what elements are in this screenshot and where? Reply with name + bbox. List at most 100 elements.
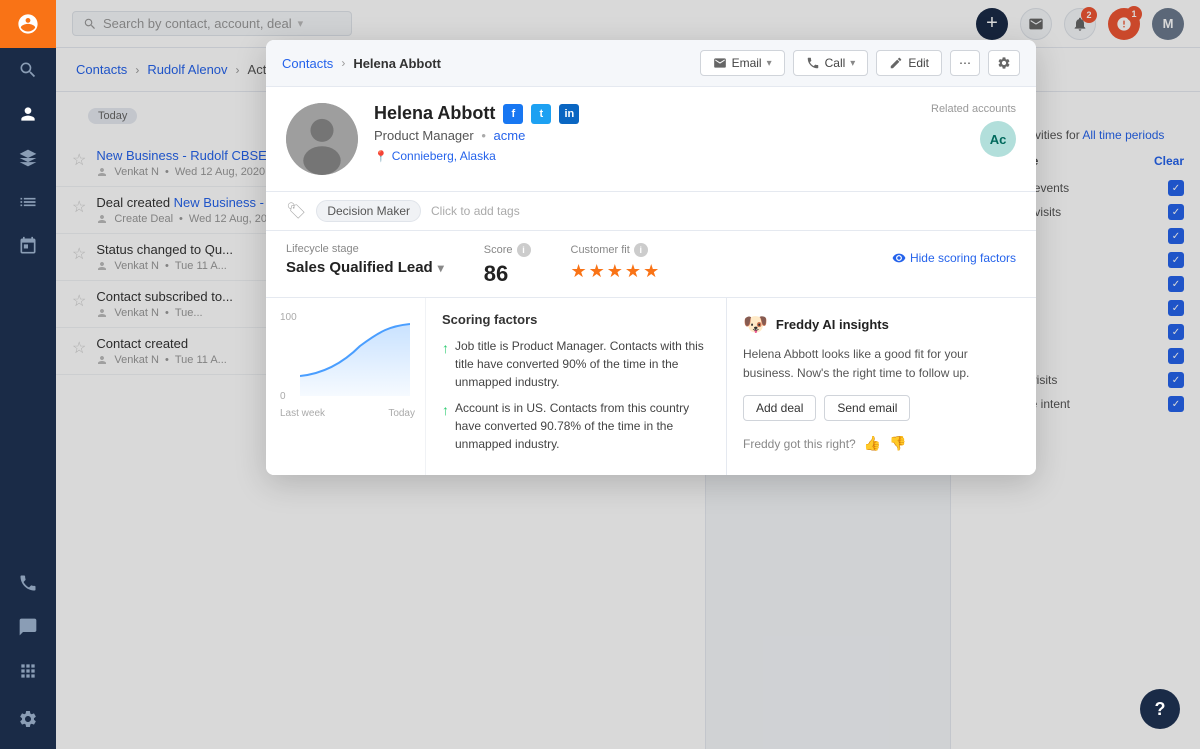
freddy-icon: 🐶 [743, 312, 768, 337]
facebook-icon[interactable]: f [503, 104, 523, 124]
chart-labels: Last week Today [280, 408, 415, 419]
edit-label: Edit [908, 56, 929, 70]
call-icon [806, 56, 820, 70]
modal-breadcrumb-sep: › [341, 56, 345, 70]
score-value: 86 [484, 261, 508, 287]
lifecycle-stage-col: Lifecycle stage Sales Qualified Lead ▾ [286, 243, 444, 276]
contact-role-text: Product Manager [374, 128, 474, 143]
star-2: ★ [589, 261, 605, 282]
customer-fit-col: Customer fit i ★ ★ ★ ★ ★ [571, 243, 660, 282]
chart-container: 100 0 [280, 312, 410, 402]
more-button[interactable]: ⋯ [950, 50, 980, 76]
modal-header-actions: Email ▾ Call ▾ Edit ⋯ [700, 50, 1020, 76]
sidebar-item-reports[interactable] [0, 180, 56, 224]
modal-contact-name-breadcrumb: Helena Abbott [353, 56, 441, 71]
edit-icon [889, 56, 903, 70]
tag-icon: 🏷 [286, 201, 306, 221]
call-button[interactable]: Call ▾ [793, 50, 869, 76]
related-accounts-title: Related accounts [931, 103, 1016, 115]
sidebar [0, 0, 56, 749]
freddy-panel: 🐶 Freddy AI insights Helena Abbott looks… [726, 298, 1036, 475]
freddy-feedback-text: Freddy got this right? [743, 437, 856, 451]
modal-header: Contacts › Helena Abbott Email ▾ Call ▾ … [266, 40, 1036, 87]
scoring-factors-title: Scoring factors [442, 312, 710, 327]
freddy-title: Freddy AI insights [776, 317, 889, 332]
factor-text-1: Job title is Product Manager. Contacts w… [455, 337, 710, 391]
help-button[interactable]: ? [1140, 689, 1180, 729]
customer-fit-label-text: Customer fit [571, 244, 630, 256]
chart-to-label: Today [388, 408, 415, 419]
score-chart [300, 316, 410, 396]
call-label: Call [825, 56, 846, 70]
star-3: ★ [607, 261, 623, 282]
sidebar-item-apps[interactable] [0, 649, 56, 693]
email-caret: ▾ [767, 58, 772, 69]
account-chip[interactable]: Ac [980, 121, 1016, 157]
email-icon [713, 56, 727, 70]
thumbs-down-icon[interactable]: 👎 [889, 435, 906, 452]
modal-contact-info: Helena Abbott f t in Product Manager • a… [266, 87, 1036, 192]
score-value-display: 86 [484, 261, 531, 287]
score-col: Score i 86 [484, 243, 531, 287]
lifecycle-grid: Lifecycle stage Sales Qualified Lead ▾ S… [286, 243, 1016, 287]
linkedin-icon[interactable]: in [559, 104, 579, 124]
lifecycle-value[interactable]: Sales Qualified Lead ▾ [286, 259, 444, 276]
chart-from-label: Last week [280, 408, 325, 419]
lifecycle-row: Lifecycle stage Sales Qualified Lead ▾ S… [266, 231, 1036, 298]
chart-min-label: 0 [280, 391, 286, 402]
customer-fit-info-icon[interactable]: i [634, 243, 648, 257]
call-caret: ▾ [850, 58, 855, 69]
chart-area: 100 0 Last week [266, 298, 426, 475]
score-info-icon[interactable]: i [517, 243, 531, 257]
sidebar-item-settings[interactable] [0, 697, 56, 741]
chart-max-label: 100 [280, 312, 297, 323]
freddy-text: Helena Abbott looks like a good fit for … [743, 345, 1020, 383]
hide-scoring-button[interactable]: Hide scoring factors [892, 251, 1016, 265]
hide-scoring-label: Hide scoring factors [910, 251, 1016, 265]
factor-arrow-2: ↑ [442, 400, 449, 421]
scoring-panel: 100 0 Last week [266, 298, 1036, 475]
star-5: ★ [643, 261, 659, 282]
hide-scoring-col: Hide scoring factors [892, 243, 1016, 265]
lifecycle-label: Lifecycle stage [286, 243, 444, 255]
tag-add[interactable]: Click to add tags [431, 204, 520, 218]
sidebar-item-chat[interactable] [0, 605, 56, 649]
tags-row: 🏷 Decision Maker Click to add tags [266, 192, 1036, 231]
edit-button[interactable]: Edit [876, 50, 942, 76]
contact-modal: Contacts › Helena Abbott Email ▾ Call ▾ … [266, 40, 1036, 475]
factor-item-1: ↑ Job title is Product Manager. Contacts… [442, 337, 710, 391]
eye-icon [892, 251, 906, 265]
contact-name-row: Helena Abbott f t in [374, 103, 915, 124]
contact-company[interactable]: acme [494, 128, 526, 143]
lifecycle-label-text: Lifecycle stage [286, 243, 359, 255]
contact-details: Helena Abbott f t in Product Manager • a… [374, 103, 915, 163]
tag-decision-maker[interactable]: Decision Maker [316, 200, 421, 222]
more-icon: ⋯ [959, 56, 971, 70]
email-button[interactable]: Email ▾ [700, 50, 785, 76]
settings-icon [997, 56, 1011, 70]
contact-name: Helena Abbott [374, 103, 495, 124]
modal-overlay[interactable]: Contacts › Helena Abbott Email ▾ Call ▾ … [56, 0, 1200, 749]
sidebar-item-deals[interactable] [0, 136, 56, 180]
star-4: ★ [625, 261, 641, 282]
twitter-icon[interactable]: t [531, 104, 551, 124]
sidebar-item-search[interactable] [0, 48, 56, 92]
related-accounts: Related accounts Ac [931, 103, 1016, 157]
thumbs-up-icon[interactable]: 👍 [864, 435, 881, 452]
send-email-button[interactable]: Send email [824, 395, 910, 421]
sidebar-item-contacts[interactable] [0, 92, 56, 136]
factor-arrow-1: ↑ [442, 338, 449, 359]
customer-fit-stars: ★ ★ ★ ★ ★ [571, 261, 660, 282]
score-label-text: Score [484, 244, 513, 256]
settings-button[interactable] [988, 50, 1020, 76]
avatar-image [286, 103, 358, 175]
score-label: Score i [484, 243, 531, 257]
lifecycle-value-text: Sales Qualified Lead [286, 259, 433, 276]
modal-breadcrumb-contacts[interactable]: Contacts [282, 56, 333, 71]
contact-location[interactable]: Connieberg, Alaska [374, 149, 915, 163]
sidebar-item-phone[interactable] [0, 561, 56, 605]
factor-item-2: ↑ Account is in US. Contacts from this c… [442, 399, 710, 453]
add-deal-button[interactable]: Add deal [743, 395, 816, 421]
sidebar-item-activities[interactable] [0, 224, 56, 268]
app-logo[interactable] [0, 0, 56, 48]
